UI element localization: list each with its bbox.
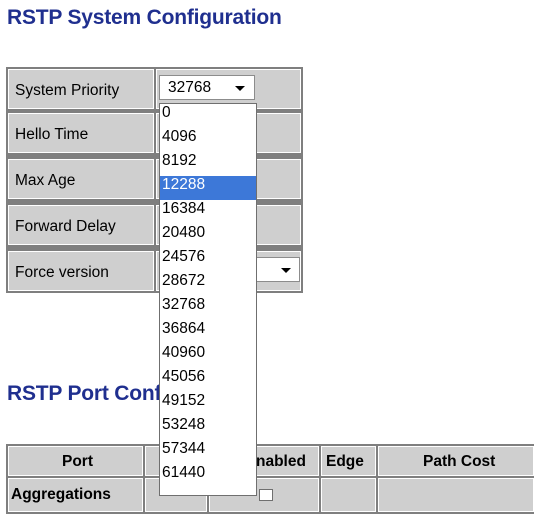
dropdown-option[interactable]: 61440: [160, 464, 256, 488]
dropdown-option[interactable]: 4096: [160, 128, 256, 152]
table-row-edge-cell: [321, 478, 376, 512]
max-age-row: Max Age: [8, 159, 301, 199]
column-header-path-cost: Path Cost: [378, 446, 534, 476]
forward-delay-row: Forward Delay: [8, 205, 301, 245]
system-priority-selected-value: 32768: [168, 79, 212, 96]
dropdown-option[interactable]: 36864: [160, 320, 256, 344]
table-row-port-cell: Aggregations: [8, 478, 143, 512]
hello-time-label-cell: Hello Time: [8, 113, 154, 153]
max-age-label: Max Age: [15, 172, 76, 189]
force-version-label-cell: Force version: [8, 251, 154, 291]
dropdown-option-highlighted[interactable]: 12288: [160, 176, 256, 200]
dropdown-option[interactable]: 20480: [160, 224, 256, 248]
column-header-edge: Edge: [321, 446, 376, 476]
forward-delay-label-cell: Forward Delay: [8, 205, 154, 245]
dropdown-option[interactable]: 28672: [160, 272, 256, 296]
dropdown-option[interactable]: 40960: [160, 344, 256, 368]
force-version-label: Force version: [15, 264, 109, 281]
column-header-enabled-label: nabled: [256, 453, 306, 470]
dropdown-option[interactable]: 16384: [160, 200, 256, 224]
table-row-path-cost-cell: [378, 478, 534, 512]
enabled-checkbox[interactable]: [259, 489, 273, 501]
system-priority-select[interactable]: 32768: [159, 75, 255, 100]
chevron-down-icon: [235, 86, 245, 91]
forward-delay-label: Forward Delay: [15, 218, 116, 235]
dropdown-option[interactable]: 53248: [160, 416, 256, 440]
dropdown-option[interactable]: 0: [160, 104, 256, 128]
dropdown-option[interactable]: 24576: [160, 248, 256, 272]
dropdown-option[interactable]: 57344: [160, 440, 256, 464]
system-priority-row: System Priority: [8, 69, 301, 109]
aggregations-label: Aggregations: [11, 486, 111, 503]
port-config-table: Port P nabled Edge Path Cost Aggregation…: [6, 444, 534, 514]
chevron-down-icon: [281, 268, 291, 273]
system-config-title: RSTP System Configuration: [7, 6, 282, 29]
column-header-port-label: Port: [62, 453, 93, 470]
dropdown-option[interactable]: 8192: [160, 152, 256, 176]
max-age-label-cell: Max Age: [8, 159, 154, 199]
system-priority-label: System Priority: [15, 82, 120, 99]
column-header-edge-label: Edge: [326, 453, 364, 470]
dropdown-option[interactable]: 49152: [160, 392, 256, 416]
system-priority-label-cell: System Priority: [8, 69, 154, 109]
dropdown-option[interactable]: 32768: [160, 296, 256, 320]
system-priority-dropdown-list[interactable]: 0 4096 8192 12288 16384 20480 24576 2867…: [159, 103, 257, 496]
hello-time-row: Hello Time: [8, 113, 301, 153]
column-header-port: Port: [8, 446, 143, 476]
hello-time-label: Hello Time: [15, 126, 89, 143]
column-header-path-cost-label: Path Cost: [423, 453, 496, 470]
dropdown-option[interactable]: 45056: [160, 368, 256, 392]
